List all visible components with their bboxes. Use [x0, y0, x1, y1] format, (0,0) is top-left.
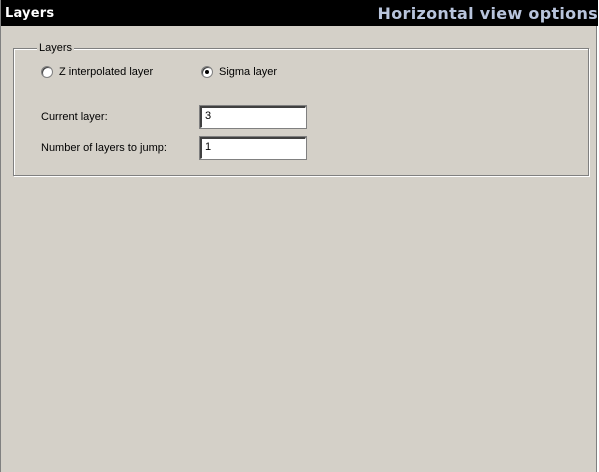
- current-layer-label: Current layer:: [41, 111, 108, 123]
- sigma-layer-radio[interactable]: Sigma layer: [201, 66, 277, 78]
- layers-to-jump-input[interactable]: 1: [199, 136, 307, 160]
- radio-checked-icon: [201, 66, 213, 78]
- radio-unchecked-icon: [41, 66, 53, 78]
- section-title: Horizontal view options: [377, 3, 598, 23]
- radio-label: Z interpolated layer: [59, 66, 154, 78]
- header-bar: Layers Horizontal view options: [1, 0, 598, 26]
- z-interpolated-layer-radio[interactable]: Z interpolated layer: [41, 66, 153, 78]
- layers-to-jump-label: Number of layers to jump:: [41, 142, 167, 154]
- groupbox-legend: Layers: [37, 42, 75, 54]
- panel-title: Layers: [5, 5, 55, 21]
- radio-label: Sigma layer: [219, 66, 278, 78]
- layers-panel: Layers Horizontal view options Layers Z …: [0, 0, 598, 472]
- current-layer-input[interactable]: 3: [199, 105, 307, 129]
